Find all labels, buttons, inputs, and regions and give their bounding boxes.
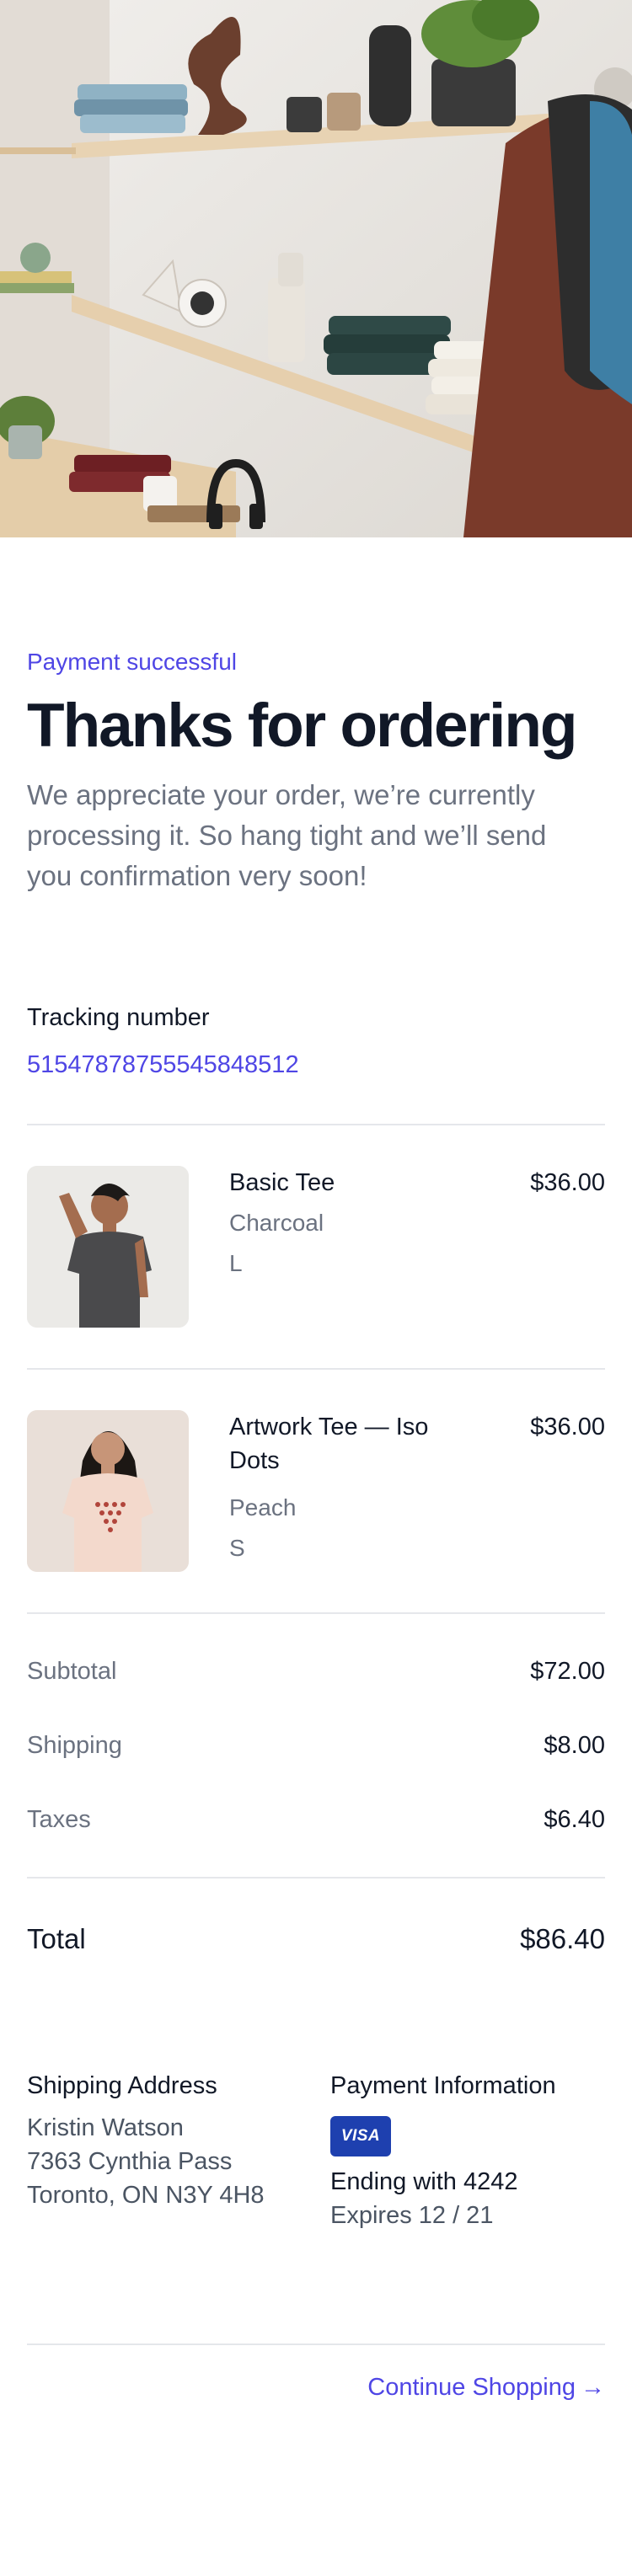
payment-status: Payment successful xyxy=(27,649,237,675)
product-image xyxy=(27,1166,189,1328)
shipping-row: Shipping $8.00 xyxy=(27,1729,605,1762)
product-photo-basic-tee xyxy=(27,1166,189,1328)
tracking-label: Tracking number xyxy=(27,1004,210,1031)
product-price: $36.00 xyxy=(530,1414,605,1440)
address-city: Toronto, ON N3Y 4H8 xyxy=(27,2182,265,2209)
product-color: Charcoal xyxy=(229,1210,324,1236)
payment-information-section: Payment Information VISA Ending with 424… xyxy=(330,2069,605,2232)
continue-shopping-label: Continue Shopping xyxy=(367,2374,576,2401)
shipping-value: $8.00 xyxy=(544,1732,605,1759)
tracking-number[interactable]: 51547878755545848512 xyxy=(27,1050,299,1080)
divider xyxy=(27,1368,605,1370)
card-expiry: Expires 12 / 21 xyxy=(330,2202,494,2229)
taxes-row: Taxes $6.40 xyxy=(27,1803,605,1836)
shipping-address-section: Shipping Address Kristin Watson 7363 Cyn… xyxy=(27,2069,305,2212)
taxes-label: Taxes xyxy=(27,1806,91,1833)
taxes-value: $6.40 xyxy=(544,1806,605,1833)
product-color: Peach xyxy=(229,1494,297,1520)
product-item: Artwork Tee — Iso Dots Peach S $36.00 xyxy=(27,1410,605,1572)
product-price: $36.00 xyxy=(530,1169,605,1196)
product-photo-artwork-tee xyxy=(27,1410,189,1572)
total-label: Total xyxy=(27,1923,86,1954)
address-name: Kristin Watson xyxy=(27,2114,184,2141)
total-value: $86.40 xyxy=(520,1923,605,1954)
shipping-label: Shipping xyxy=(27,1732,122,1759)
subtotal-label: Subtotal xyxy=(27,1658,117,1685)
product-name: Basic Tee xyxy=(229,1169,335,1196)
address-street: 7363 Cynthia Pass xyxy=(27,2148,233,2175)
divider xyxy=(27,1612,605,1614)
subtotal-value: $72.00 xyxy=(530,1658,605,1685)
product-name: Artwork Tee — Iso Dots xyxy=(229,1414,429,1474)
divider xyxy=(27,2344,605,2345)
subtotal-row: Subtotal $72.00 xyxy=(27,1654,605,1688)
product-size: L xyxy=(229,1250,243,1276)
payment-information-title: Payment Information xyxy=(330,2072,556,2099)
total-row: Total $86.40 xyxy=(27,1921,605,1958)
page-title: Thanks for ordering xyxy=(27,692,578,760)
card-ending: Ending with 4242 xyxy=(330,2168,518,2195)
hero-image xyxy=(0,0,632,537)
intro-text: We appreciate your order, we’re currentl… xyxy=(27,779,547,891)
product-size: S xyxy=(229,1535,245,1561)
product-item: Basic Tee Charcoal L $36.00 xyxy=(27,1166,605,1328)
visa-card-icon: VISA xyxy=(330,2116,391,2156)
continue-shopping-link[interactable]: Continue Shopping → xyxy=(367,2370,605,2404)
product-image xyxy=(27,1410,189,1572)
shelves-photo-illustration xyxy=(0,0,632,537)
arrow-right-icon: → xyxy=(581,2374,605,2401)
shipping-address-title: Shipping Address xyxy=(27,2072,217,2099)
divider xyxy=(27,1124,605,1125)
divider xyxy=(27,1877,605,1879)
